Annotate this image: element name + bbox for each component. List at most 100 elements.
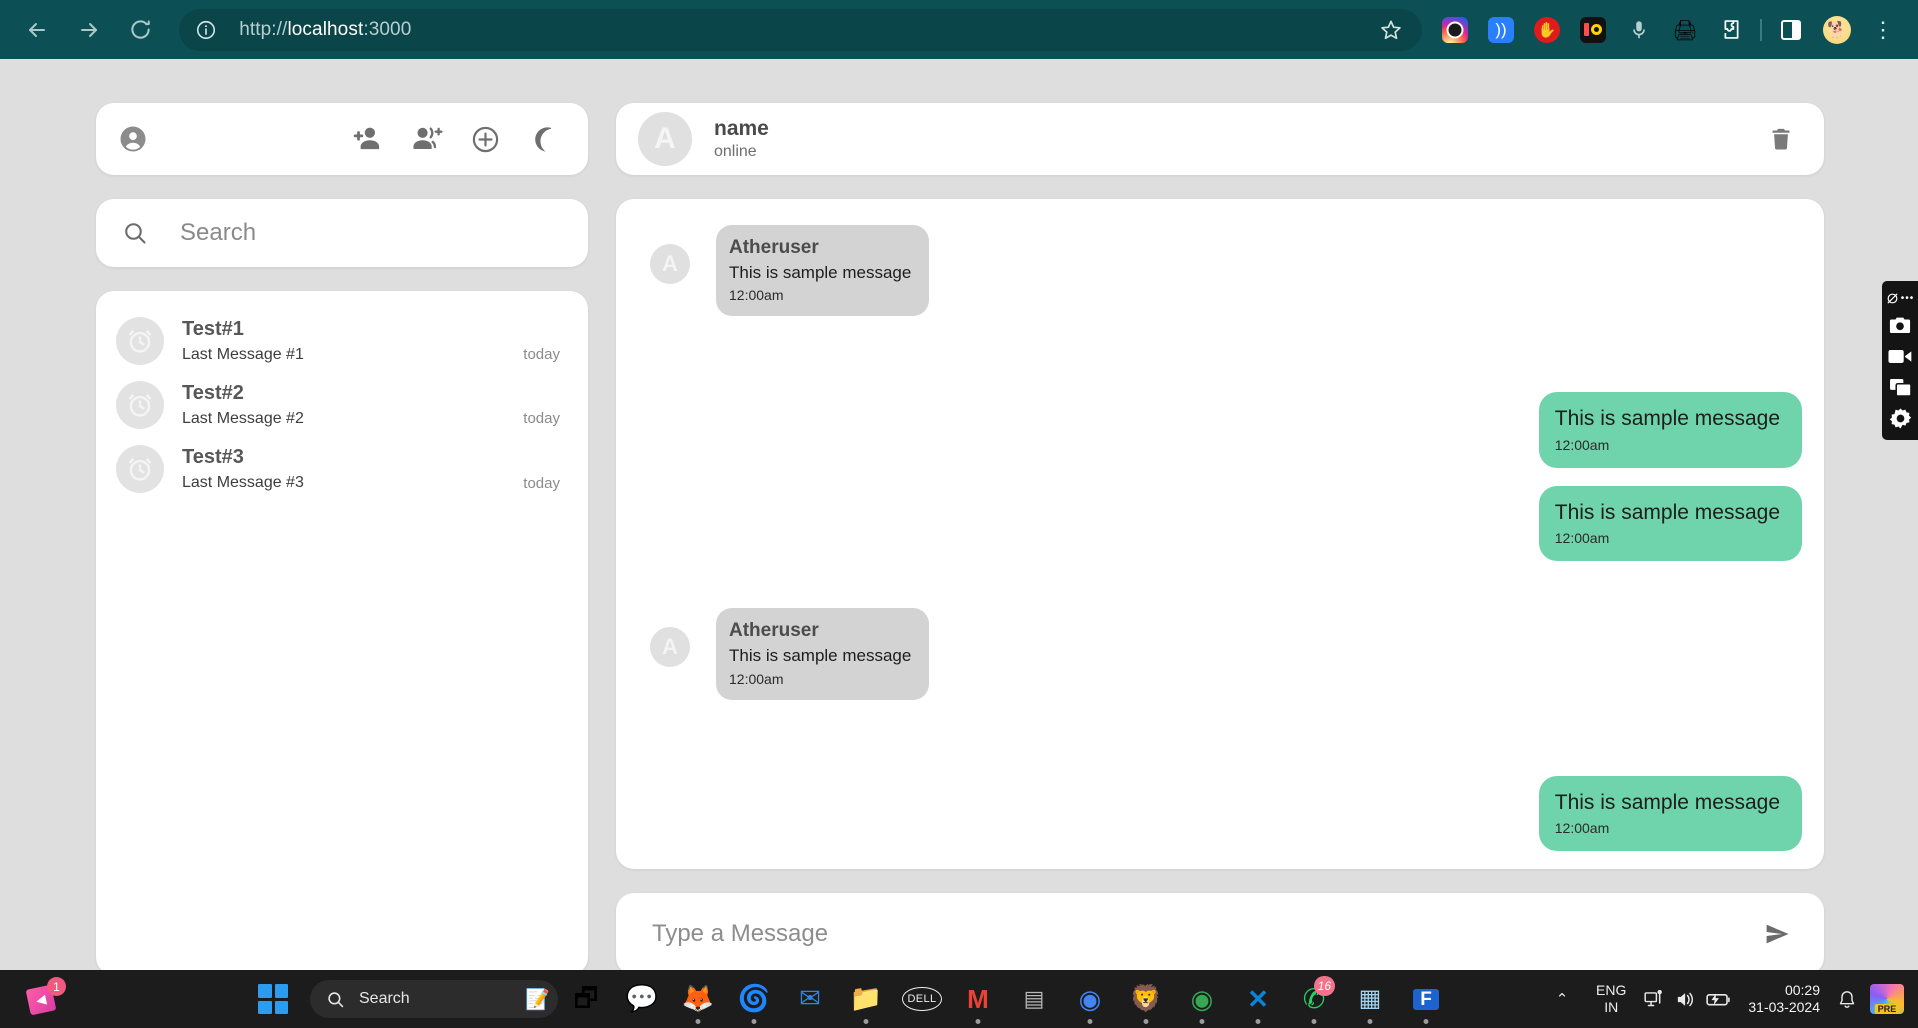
browser-toolbar: http://localhost:3000 )) ✋ 🖨 🐕 ⋮ — [0, 0, 1918, 59]
back-button[interactable] — [14, 7, 60, 53]
chevron-up-icon[interactable]: ⌃ — [1540, 990, 1584, 1008]
copilot-preview-label: PRE — [1874, 1004, 1900, 1014]
clock-date: 31-03-2024 — [1748, 999, 1820, 1015]
clock-time: 00:29 — [1784, 981, 1820, 998]
message-sender: Atheruser — [729, 237, 819, 258]
system-tray: ⌃ ENG IN 00:29 31-03-2024 PRE — [1540, 982, 1918, 1016]
file-explorer-icon[interactable]: 📁 — [838, 970, 894, 1028]
figma-icon[interactable]: F — [1398, 970, 1454, 1028]
avatar: A — [650, 244, 690, 284]
side-panel-icon[interactable] — [1768, 7, 1814, 53]
message-time: 12:00am — [1554, 529, 1610, 546]
taskbar-center-cluster: Search 📝 🗗 💬 🦊 🌀 ✉ 📁 DELL M ▤ ◉ 🦁 ◉ ✕ ✆ … — [258, 970, 1454, 1028]
language-indicator[interactable]: ENG IN — [1596, 982, 1626, 1015]
chrome-profile-1-icon[interactable]: ◉ — [1062, 970, 1118, 1028]
search-input[interactable] — [180, 219, 562, 247]
brave-icon[interactable]: 🦁 — [1118, 970, 1174, 1028]
add-contact-icon[interactable] — [353, 125, 383, 153]
message-input[interactable] — [652, 920, 1762, 948]
search-illustration-icon: 📝 — [525, 987, 550, 1011]
video-camera-icon[interactable] — [1882, 341, 1918, 372]
running-indicator — [751, 1019, 757, 1024]
screen-recorder-widget[interactable]: ••• — [1882, 281, 1918, 440]
message-row-outgoing: This is sample message 12:00am — [650, 775, 1802, 852]
mail-icon[interactable]: ✉ — [782, 970, 838, 1028]
message-composer[interactable] — [616, 893, 1824, 975]
window-capture-icon[interactable] — [1882, 372, 1918, 403]
message-list[interactable]: A Atheruser This is sample message 12:00… — [616, 199, 1824, 869]
chat-item-time: today — [523, 410, 560, 428]
language-line-1: ENG — [1596, 982, 1627, 999]
chat-app: Test#1 Last Message #1 today Test#2 — [96, 103, 1824, 975]
cast-receiver-icon[interactable]: )) — [1478, 7, 1524, 53]
network-icon[interactable] — [1638, 989, 1670, 1009]
create-group-icon[interactable] — [411, 125, 443, 153]
chat-item-last-message: Last Message #1 — [182, 346, 304, 363]
gmail-icon[interactable]: M — [950, 970, 1006, 1028]
bookmark-star-icon[interactable] — [1374, 13, 1408, 47]
sidebar-header-actions — [353, 125, 556, 154]
edge-icon[interactable]: 🌀 — [726, 970, 782, 1028]
teams-icon[interactable]: 💬 — [614, 970, 670, 1028]
running-indicator — [695, 1019, 701, 1024]
phone-link-icon[interactable]: ▤ — [1006, 970, 1062, 1028]
conversation-status: online — [714, 143, 757, 160]
whatsapp-icon[interactable]: ✆ 16 — [1286, 970, 1342, 1028]
extensions-strip: )) ✋ 🖨 🐕 ⋮ — [1422, 0, 1918, 59]
taskbar-search[interactable]: Search 📝 — [310, 980, 558, 1018]
message-sender: Atheruser — [729, 620, 819, 642]
firefox-icon[interactable]: 🦊 — [670, 970, 726, 1028]
conversation-name: name — [714, 117, 769, 140]
screenshot-camera-icon[interactable] — [1882, 310, 1918, 341]
trash-icon[interactable] — [1768, 125, 1794, 153]
address-bar[interactable]: http://localhost:3000 — [179, 8, 1423, 51]
search-bar[interactable] — [96, 199, 588, 267]
vscode-icon[interactable]: ✕ — [1230, 970, 1286, 1028]
instagram-extension-icon[interactable] — [1432, 7, 1478, 53]
chrome-profile-2-icon[interactable]: ◉ — [1174, 970, 1230, 1028]
calculator-icon[interactable]: ▦ — [1342, 970, 1398, 1028]
chat-list[interactable]: Test#1 Last Message #1 today Test#2 Last… — [96, 291, 588, 975]
dark-mode-moon-icon[interactable] — [528, 125, 556, 153]
account-circle-icon[interactable] — [118, 124, 148, 154]
recorder-drag-icon[interactable]: ••• — [1882, 286, 1918, 310]
chat-list-item[interactable]: Test#3 Last Message #3 today — [96, 437, 588, 501]
microphone-icon[interactable] — [1616, 7, 1662, 53]
forward-button[interactable] — [66, 7, 112, 53]
clock[interactable]: 00:29 31-03-2024 — [1748, 982, 1820, 1016]
settings-gear-icon[interactable] — [1882, 403, 1918, 434]
send-icon[interactable] — [1762, 921, 1792, 947]
dell-support-icon[interactable]: DELL — [894, 970, 950, 1028]
chat-list-item[interactable]: Test#1 Last Message #1 today — [96, 309, 588, 373]
message-gap — [650, 579, 1802, 608]
language-line-2: IN — [1604, 999, 1619, 1015]
notification-bell-icon[interactable] — [1832, 989, 1862, 1010]
message-text: This is sample message — [1554, 500, 1780, 524]
pinned-notification-app[interactable]: ◀ 1 — [24, 977, 66, 1019]
battery-charging-icon[interactable] — [1702, 991, 1734, 1008]
adblock-stop-icon[interactable]: ✋ — [1524, 7, 1570, 53]
avatar: A — [638, 112, 692, 166]
url-text: http://localhost:3000 — [239, 19, 1374, 41]
extensions-puzzle-icon[interactable] — [1708, 7, 1754, 53]
chat-list-item[interactable]: Test#2 Last Message #2 today — [96, 373, 588, 437]
profile-avatar-icon[interactable]: 🐕 — [1814, 7, 1860, 53]
running-indicator — [1255, 1019, 1261, 1024]
taskview-icon[interactable]: 🗗 — [558, 970, 614, 1028]
windows-taskbar: ◀ 1 Search 📝 🗗 💬 🦊 🌀 ✉ 📁 DELL M ▤ ◉ 🦁 ◉ … — [0, 970, 1918, 1028]
chat-item-name: Test#1 — [182, 318, 244, 340]
reload-button[interactable] — [117, 7, 163, 53]
add-circle-icon[interactable] — [471, 125, 500, 154]
browser-menu-button[interactable]: ⋮ — [1860, 7, 1906, 53]
screen-capture-icon[interactable]: 🖨 — [1662, 7, 1708, 53]
url-host: localhost — [287, 18, 364, 40]
recorder-extension-icon[interactable] — [1570, 7, 1616, 53]
volume-icon[interactable] — [1670, 990, 1702, 1009]
site-info-button[interactable] — [191, 15, 221, 45]
whatsapp-unread-badge: 16 — [1313, 976, 1335, 996]
conversation-column: A name online A Atheruser This is sample… — [616, 103, 1824, 975]
chat-item-time: today — [523, 346, 560, 364]
message-time: 12:00am — [729, 287, 784, 304]
start-button[interactable] — [258, 984, 288, 1014]
copilot-preview-icon[interactable]: PRE — [1870, 984, 1904, 1014]
